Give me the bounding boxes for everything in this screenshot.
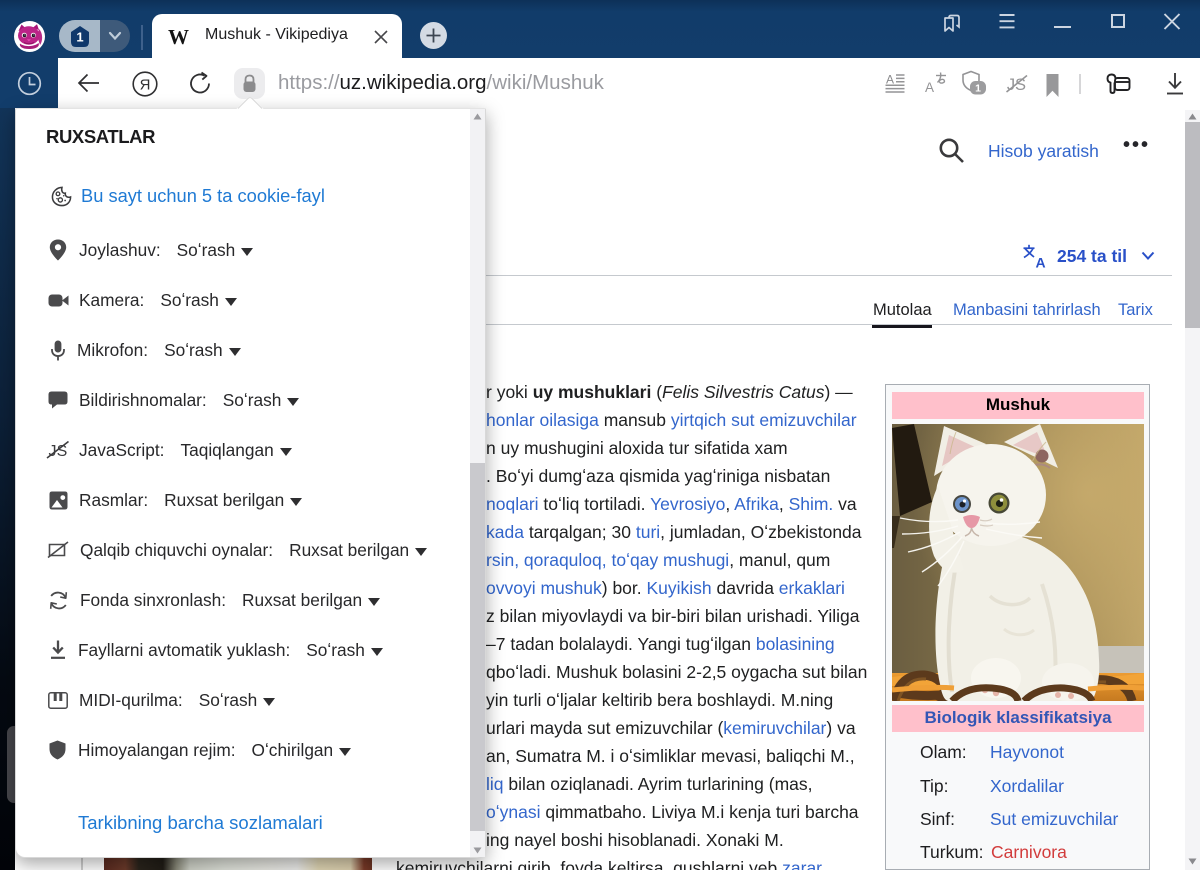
svg-text:Я: Я — [140, 76, 151, 93]
svg-text:A: A — [1035, 255, 1045, 270]
svg-text:A: A — [886, 73, 894, 87]
svg-text:1: 1 — [76, 30, 83, 45]
svg-text:A: A — [925, 80, 934, 95]
svg-text:1: 1 — [975, 83, 981, 95]
svg-text:S: S — [1015, 76, 1026, 94]
